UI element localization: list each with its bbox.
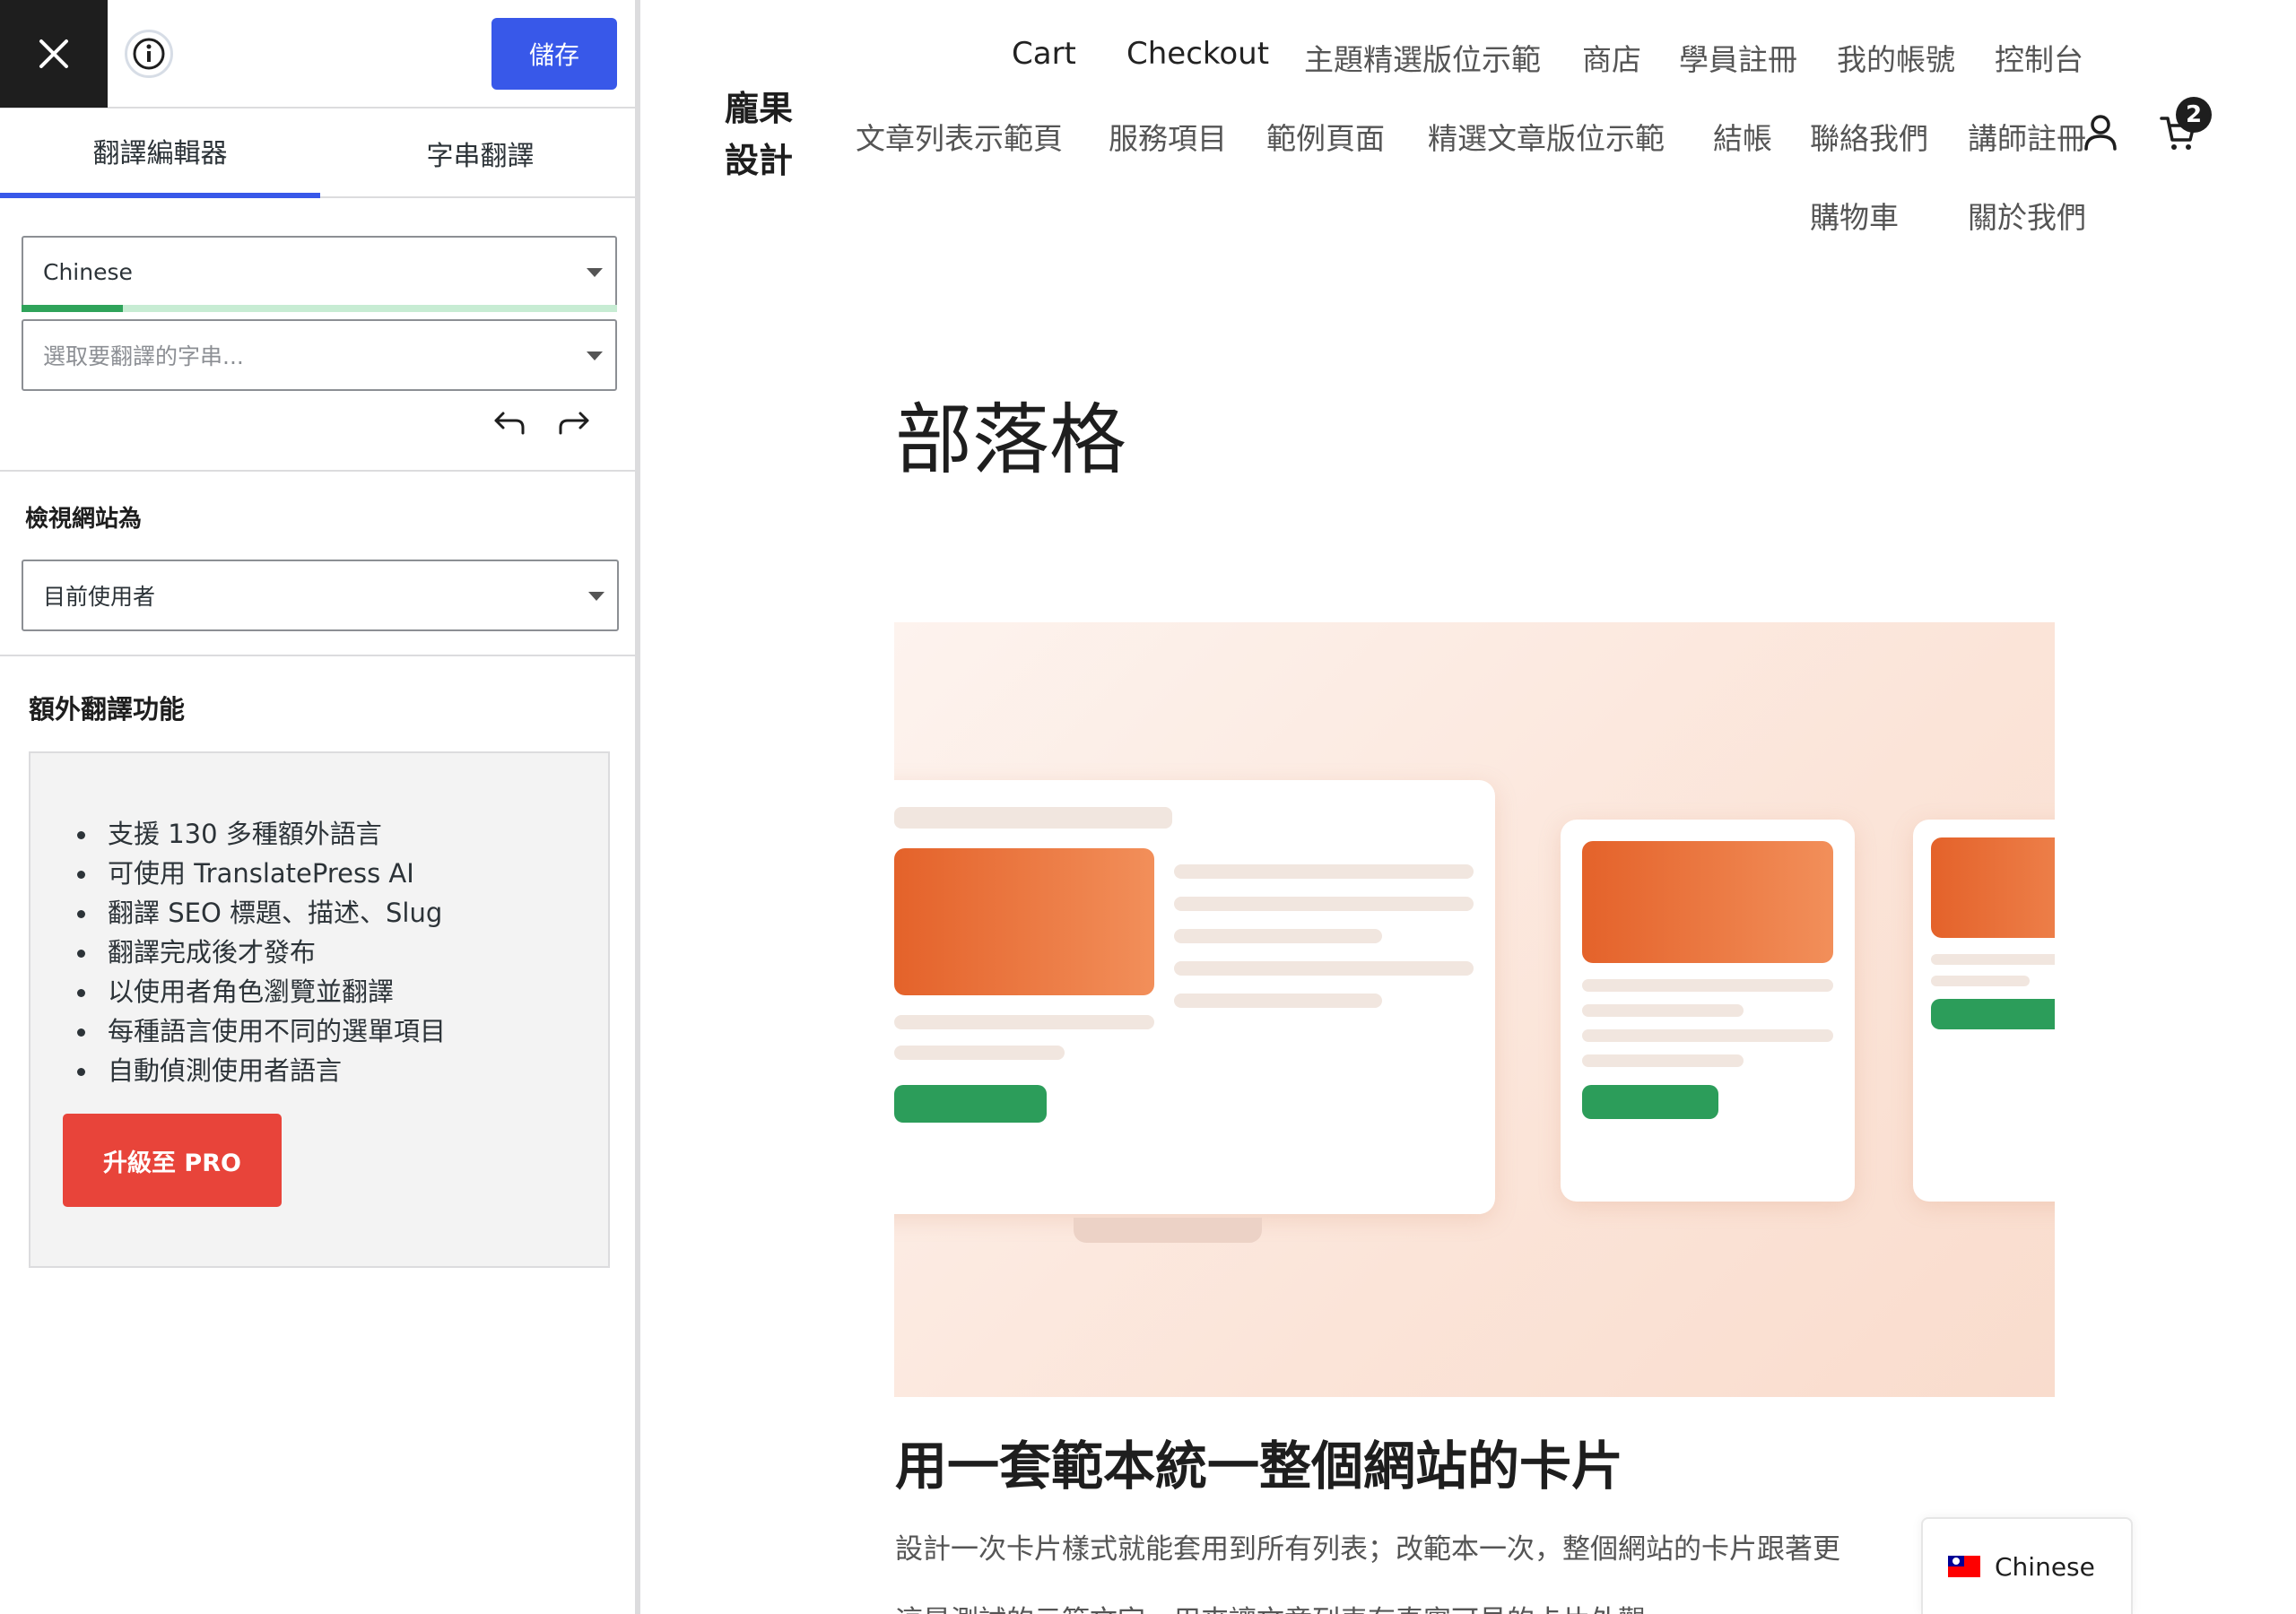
- nav-link[interactable]: 文章列表示範頁: [856, 115, 1063, 158]
- illustration-card: [1913, 820, 2055, 1202]
- nav-link[interactable]: 控制台: [1995, 36, 2083, 79]
- illustration-card: [1561, 820, 1855, 1202]
- close-editor-button[interactable]: [0, 0, 108, 108]
- illustration-image: [1931, 837, 2055, 938]
- list-item: 翻譯完成後才發布: [77, 933, 446, 972]
- illustration-line: [894, 807, 1172, 829]
- illustration-line: [1174, 929, 1382, 943]
- redo-icon: [559, 412, 589, 435]
- list-item: 以使用者角色瀏覽並翻譯: [77, 972, 446, 1011]
- nav-link[interactable]: 主題精選版位示範: [1304, 36, 1541, 79]
- tab-string-translation[interactable]: 字串翻譯: [320, 108, 640, 198]
- post-featured-image[interactable]: [894, 622, 2055, 1397]
- list-item: 可使用 TranslatePress AI: [77, 854, 446, 893]
- nav-link[interactable]: 範例頁面: [1266, 115, 1385, 158]
- editor-tabs: 翻譯編輯器 字串翻譯: [0, 108, 640, 198]
- post-excerpt-continued: 這是測試的示範文字，用來讓文章列表有真實可見的卡片外觀: [895, 1598, 1646, 1614]
- close-icon: [39, 39, 68, 68]
- site-preview: 龐果設計 Cart Checkout 主題精選版位示範 商店 學員註冊 我的帳號…: [646, 0, 2296, 1614]
- nav-link[interactable]: Checkout: [1126, 36, 1269, 72]
- extra-features-heading: 額外翻譯功能: [29, 694, 186, 725]
- view-as-select[interactable]: 目前使用者: [22, 560, 619, 631]
- view-as-select-value: 目前使用者: [43, 584, 156, 610]
- nav-link[interactable]: 服務項目: [1109, 115, 1227, 158]
- translation-progress-fill: [22, 305, 123, 312]
- info-icon: [133, 38, 165, 70]
- illustration-line: [894, 1046, 1065, 1060]
- user-icon: [2084, 115, 2117, 151]
- illustration-line: [1582, 1004, 1744, 1017]
- translation-editor-sidebar: 儲存 翻譯編輯器 字串翻譯 Chinese 選取要翻譯的字串... 檢視網站為 …: [0, 0, 640, 1614]
- site-logo[interactable]: 龐果設計: [725, 82, 805, 187]
- list-item: 每種語言使用不同的選單項目: [77, 1011, 446, 1051]
- nav-link[interactable]: 學員註冊: [1679, 36, 1797, 79]
- list-item: 翻譯 SEO 標題、描述、Slug: [77, 893, 446, 933]
- nav-link[interactable]: 商店: [1582, 36, 1641, 79]
- chevron-down-icon: [588, 592, 604, 601]
- post-title[interactable]: 用一套範本統一整個網站的卡片: [895, 1424, 1623, 1499]
- nav-link[interactable]: 聯絡我們: [1810, 115, 1928, 158]
- nav-link[interactable]: 結帳: [1713, 115, 1772, 158]
- illustration-button: [1931, 999, 2055, 1029]
- taiwan-flag-icon: [1948, 1556, 1980, 1577]
- illustration-stand: [1074, 1218, 1262, 1243]
- illustration-line: [1174, 897, 1474, 911]
- editor-toolbar: 儲存: [0, 0, 640, 108]
- page-title: 部落格: [895, 395, 1126, 485]
- illustration-line: [1582, 1029, 1833, 1042]
- illustration-image: [894, 848, 1154, 995]
- nav-link[interactable]: 購物車: [1810, 194, 1899, 237]
- upgrade-to-pro-button[interactable]: 升級至 PRO: [63, 1114, 282, 1207]
- cart-count-badge: 2: [2176, 97, 2212, 133]
- language-switcher[interactable]: Chinese: [1921, 1517, 2133, 1614]
- language-switcher-label: Chinese: [1995, 1551, 2095, 1582]
- language-select[interactable]: Chinese: [22, 236, 617, 308]
- nav-link[interactable]: Cart: [1012, 36, 1076, 72]
- illustration-line: [1931, 954, 2055, 965]
- extra-features-list: 支援 130 多種額外語言 可使用 TranslatePress AI 翻譯 S…: [77, 814, 446, 1090]
- illustration-line: [1931, 976, 2030, 986]
- account-button[interactable]: [2083, 113, 2118, 156]
- nav-link[interactable]: 精選文章版位示範: [1428, 115, 1665, 158]
- illustration-line: [1174, 994, 1382, 1008]
- illustration-line: [1174, 961, 1474, 976]
- string-select-placeholder: 選取要翻譯的字串...: [43, 343, 244, 369]
- divider: [0, 470, 640, 472]
- illustration-image: [1582, 841, 1833, 963]
- tab-translation-editor[interactable]: 翻譯編輯器: [0, 108, 320, 198]
- info-button[interactable]: [125, 30, 173, 78]
- post-excerpt: 設計一次卡片樣式就能套用到所有列表；改範本一次，整個網站的卡片跟著更: [895, 1533, 1840, 1566]
- divider: [0, 655, 640, 656]
- language-select-value: Chinese: [43, 258, 133, 285]
- nav-link[interactable]: 講師註冊: [1968, 115, 2086, 158]
- list-item: 自動偵測使用者語言: [77, 1051, 446, 1090]
- illustration-card: [894, 780, 1495, 1214]
- undo-icon: [494, 412, 525, 435]
- illustration-line: [1582, 1054, 1744, 1067]
- list-item: 支援 130 多種額外語言: [77, 814, 446, 854]
- redo-button[interactable]: [554, 404, 594, 443]
- extra-features-box: 支援 130 多種額外語言 可使用 TranslatePress AI 翻譯 S…: [29, 751, 610, 1268]
- illustration-line: [894, 1015, 1154, 1029]
- nav-link[interactable]: 我的帳號: [1837, 36, 1955, 79]
- illustration-line: [1582, 979, 1833, 992]
- nav-link[interactable]: 關於我們: [1968, 194, 2086, 237]
- view-as-heading: 檢視網站為: [25, 506, 143, 533]
- illustration-line: [1174, 864, 1474, 879]
- chevron-down-icon: [587, 268, 603, 277]
- chevron-down-icon: [587, 351, 603, 360]
- translation-progress-bar: [22, 305, 617, 312]
- illustration-button: [1582, 1085, 1718, 1119]
- save-button[interactable]: 儲存: [491, 18, 617, 90]
- undo-button[interactable]: [490, 404, 529, 443]
- string-select[interactable]: 選取要翻譯的字串...: [22, 319, 617, 391]
- illustration-button: [894, 1085, 1047, 1123]
